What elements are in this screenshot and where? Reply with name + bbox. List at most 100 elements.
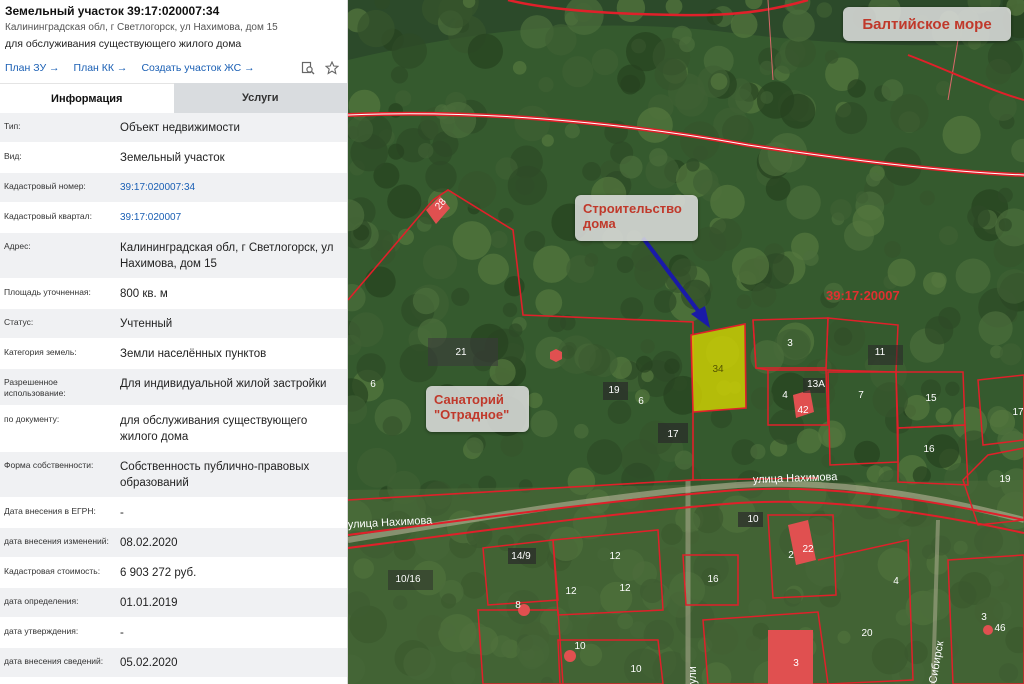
tree	[412, 287, 440, 315]
tree	[439, 101, 477, 139]
parcel-number-label: 12	[619, 583, 631, 594]
tree	[939, 226, 958, 246]
tree	[884, 241, 901, 258]
tree	[824, 50, 839, 64]
tree	[731, 247, 770, 285]
parcel-number-label: 17	[667, 429, 679, 440]
attribute-key: Кадастровый квартал:	[4, 211, 92, 221]
tree	[816, 2, 833, 18]
attribute-row: Форма собственности: Собственность публич…	[0, 452, 347, 498]
tree	[706, 8, 723, 25]
tree	[675, 83, 708, 117]
parcel-number-label: 12	[609, 551, 621, 562]
attribute-row: Кадастровый номер: 39:17:020007:34	[0, 173, 347, 203]
tree	[978, 311, 1013, 346]
tree	[620, 297, 644, 320]
attribute-key: по документу:	[4, 414, 60, 424]
tree	[620, 74, 641, 95]
parcel-number-label: 15	[925, 393, 937, 404]
tree	[591, 48, 619, 76]
attribute-key: Тип:	[4, 121, 21, 131]
attribute-row: дата применения:01.01.2020	[0, 678, 347, 684]
plan-kk-link[interactable]: План КК →	[74, 62, 128, 74]
attribute-value: Калининградская обл, г Светлогорск, ул Н…	[120, 242, 334, 270]
parcel-number-label: 42	[797, 405, 809, 416]
building-11	[868, 345, 903, 365]
tree	[765, 176, 791, 201]
tree	[760, 91, 774, 104]
info-panel: Земельный участок 39:17:020007:34 Калини…	[0, 0, 348, 684]
parcel-title: Земельный участок 39:17:020007:34	[5, 4, 220, 18]
tree	[693, 169, 719, 195]
parcel-number-label: 22	[802, 544, 814, 555]
tree	[504, 276, 525, 297]
attribute-row: Статус: Учтенный	[0, 309, 347, 339]
tree	[564, 123, 580, 139]
tree	[931, 272, 947, 288]
tree	[586, 439, 623, 475]
attribute-value: Собственность публично-правовых образова…	[120, 461, 310, 489]
tree	[538, 77, 554, 93]
tree	[730, 11, 758, 38]
tab-services[interactable]: Услуги	[173, 83, 347, 113]
action-links: План ЗУ → План КК → Создать участок ЖС →	[5, 57, 341, 79]
parcel-number-label: 4	[782, 390, 788, 401]
tree	[364, 266, 396, 298]
attribute-value: Земельный участок	[120, 152, 225, 164]
parcel-number-label: 3	[787, 338, 793, 349]
tree	[582, 162, 601, 181]
attribute-value: Земли населённых пунктов	[120, 348, 267, 360]
attribute-value: 6 903 272 руб.	[120, 567, 197, 579]
attribute-link[interactable]: 39:17:020007:34	[120, 180, 343, 196]
tree	[830, 199, 852, 221]
create-parcel-link[interactable]: Создать участок ЖС →	[141, 62, 254, 74]
tree	[955, 258, 991, 294]
tree	[782, 9, 815, 42]
attribute-key: Категория земель:	[4, 347, 77, 357]
tree	[574, 423, 589, 439]
star-icon[interactable]	[323, 59, 341, 77]
parcel-number-label: 16	[707, 574, 719, 585]
tree	[967, 205, 991, 229]
tree	[942, 115, 981, 154]
zoom-doc-icon[interactable]	[299, 59, 317, 77]
map-view[interactable]: 34 3 11 13А 4 42 7 15 17 16 19 21 19 6 6 17 10 14/9 12 12 12…	[348, 0, 1024, 684]
attribute-row: Кадастровый квартал: 39:17:020007	[0, 203, 347, 233]
tree	[786, 185, 821, 220]
attribute-link[interactable]: 39:17:020007	[120, 210, 343, 226]
tree	[736, 294, 752, 310]
tree	[751, 387, 774, 410]
attribute-table: Тип: Объект недвижимости Вид: Земельный уча…	[0, 113, 347, 684]
parcel-address: Калининградская обл, г Светлогорск, ул Н…	[5, 22, 278, 33]
attribute-value: 08.02.2020	[120, 537, 178, 549]
tree	[802, 250, 819, 266]
attribute-value: -	[120, 507, 124, 519]
tree	[391, 33, 427, 69]
tree	[887, 258, 916, 287]
attribute-row: дата внесения сведений: 05.02.2020	[0, 648, 347, 678]
parcel-number-label: 8	[515, 600, 521, 611]
tree	[866, 172, 881, 187]
tree	[852, 204, 885, 237]
attribute-key: Кадастровая стоимость:	[4, 566, 101, 576]
parcel-number-label: 20	[861, 628, 873, 639]
tab-information[interactable]: Информация	[0, 83, 174, 113]
tree	[999, 343, 1023, 366]
attribute-row: Площадь уточненная: 800 кв. м	[0, 279, 347, 309]
tree	[664, 358, 680, 374]
tree	[710, 73, 728, 90]
tree	[653, 290, 677, 313]
parcel-number-label: 3	[793, 658, 799, 669]
tree	[514, 105, 550, 142]
plan-zu-link[interactable]: План ЗУ →	[5, 62, 60, 74]
attribute-key: Статус:	[4, 317, 34, 327]
parcel-number-label: 2	[788, 550, 794, 561]
tree	[835, 102, 868, 135]
tree	[562, 56, 594, 88]
tree	[781, 329, 811, 359]
attribute-row: по документу: для обслуживания существующ…	[0, 406, 347, 452]
tree	[464, 437, 484, 457]
map-canvas[interactable]: 3431113А4427 15171619211966171014/9 121212…	[348, 0, 1024, 684]
tree	[357, 9, 395, 48]
tree	[634, 255, 670, 290]
